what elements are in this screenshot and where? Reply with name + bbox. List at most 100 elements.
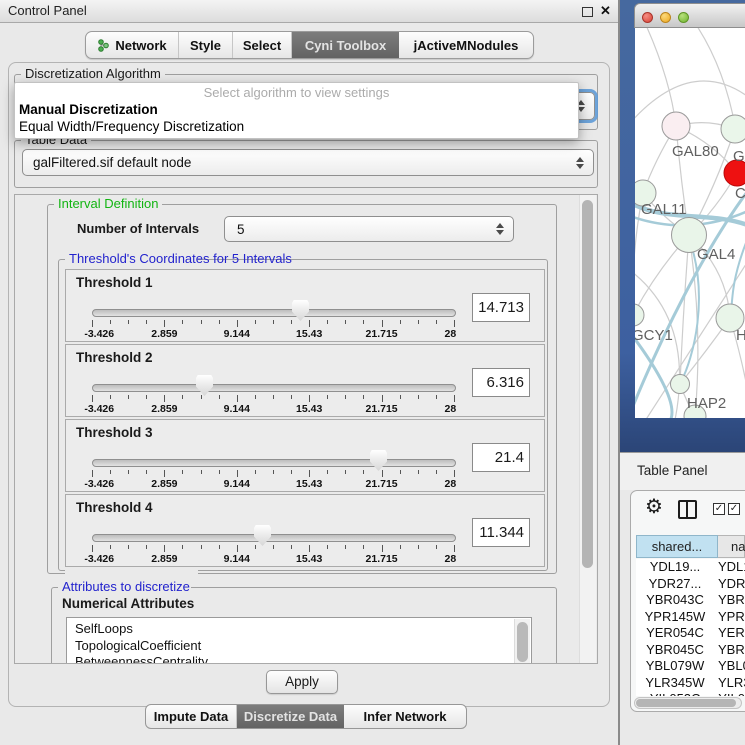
node-top-right[interactable]: [721, 115, 745, 143]
tick-label: -3.426: [84, 328, 114, 340]
column-header-name[interactable]: na: [718, 535, 745, 558]
tab-style[interactable]: Style: [179, 32, 233, 58]
threshold-slider-track[interactable]: [92, 384, 456, 392]
tick-label: 21.715: [366, 328, 398, 340]
list-item[interactable]: BetweennessCentrality: [67, 654, 531, 664]
node-gal80[interactable]: [662, 112, 690, 140]
table-data-combobox[interactable]: galFiltered.sif default node: [22, 149, 594, 176]
slider-ticks: [92, 320, 455, 328]
table-row[interactable]: YLR345WYLR3: [636, 675, 745, 692]
tab-infer-network[interactable]: Infer Network: [344, 705, 466, 728]
cell[interactable]: YBR0: [714, 642, 745, 659]
list-scrollbar-thumb[interactable]: [517, 622, 528, 662]
threshold-value-field[interactable]: 6.316: [472, 368, 530, 397]
table-header-row: shared... na: [636, 535, 745, 558]
num-intervals-label: Number of Intervals: [77, 221, 199, 236]
checkbox-icon[interactable]: ✓: [728, 503, 740, 515]
cell[interactable]: YDL19...: [636, 559, 714, 576]
table-row[interactable]: YPR145WYPR1: [636, 609, 745, 626]
window-float-icon[interactable]: [582, 7, 593, 17]
table-row[interactable]: YIL052CYIL0: [636, 691, 745, 696]
cell[interactable]: YDR27...: [636, 576, 714, 593]
cell[interactable]: YIL0: [714, 691, 745, 696]
dropdown-option-manual[interactable]: Manual Discretization: [19, 102, 158, 117]
window-minimize-light-icon[interactable]: [660, 12, 671, 23]
table-row[interactable]: YDR27...YDR2: [636, 576, 745, 593]
tick-label: 9.144: [224, 478, 250, 490]
cell[interactable]: YBR043C: [636, 592, 714, 609]
column-header-shared[interactable]: shared...: [636, 535, 718, 558]
cell[interactable]: YBL0: [714, 658, 745, 675]
tab-label: Impute Data: [154, 709, 228, 724]
cell[interactable]: YIL052C: [636, 691, 714, 696]
split-columns-icon[interactable]: [678, 500, 697, 519]
cell[interactable]: YDL1: [714, 559, 745, 576]
tab-label: Select: [243, 38, 281, 53]
cell[interactable]: YDR2: [714, 576, 745, 593]
gear-icon[interactable]: ⚙: [645, 496, 663, 518]
cell[interactable]: YER0: [714, 625, 745, 642]
table-row[interactable]: YBR043CYBR0: [636, 592, 745, 609]
window-close-icon[interactable]: ✕: [600, 2, 611, 20]
threshold-slider-thumb[interactable]: [292, 300, 309, 321]
settings-scrollbar[interactable]: [579, 195, 596, 663]
node-label-gal4: GAL4: [697, 246, 735, 263]
list-item[interactable]: SelfLoops: [67, 618, 531, 638]
list-scrollbar[interactable]: [514, 619, 530, 664]
table-horizontal-scrollbar[interactable]: [634, 697, 742, 709]
cell[interactable]: YPR145W: [636, 609, 714, 626]
slider-ticks: [92, 545, 455, 553]
cell[interactable]: YBL079W: [636, 658, 714, 675]
cell[interactable]: YER054C: [636, 625, 714, 642]
threshold-slider-track[interactable]: [92, 309, 456, 317]
threshold-slider-thumb[interactable]: [196, 375, 213, 396]
tick-label: 15.43: [296, 328, 322, 340]
tab-label: jActiveMNodules: [414, 38, 519, 53]
window-close-light-icon[interactable]: [642, 12, 653, 23]
numerical-attributes-label: Numerical Attributes: [62, 596, 194, 611]
node-label-right-mid: H: [736, 327, 745, 344]
tab-label: Network: [115, 38, 166, 53]
node-hap2[interactable]: [671, 375, 690, 394]
cell[interactable]: YLR3: [714, 675, 745, 692]
network-canvas[interactable]: GAL80 GA C GAL11 GAL4 GCY1 H HAP2: [635, 28, 745, 418]
tab-discretize-data[interactable]: Discretize Data: [237, 705, 344, 728]
num-intervals-combobox[interactable]: 5: [224, 216, 514, 242]
apply-button[interactable]: Apply: [266, 670, 338, 694]
node-gcy1[interactable]: [635, 304, 644, 326]
node-label-gcy1: GCY1: [635, 327, 673, 344]
dropdown-option-equal-width[interactable]: Equal Width/Frequency Discretization: [19, 119, 244, 134]
numerical-attributes-list: SelfLoops TopologicalCoefficient Between…: [66, 617, 532, 664]
settings-scrollbar-thumb[interactable]: [582, 200, 593, 568]
threshold-value-field[interactable]: 21.4: [472, 443, 530, 472]
threshold-value-field[interactable]: 14.713: [472, 293, 530, 322]
table-row[interactable]: YDL19...YDL1: [636, 559, 745, 576]
tick-label: 21.715: [366, 553, 398, 565]
cell[interactable]: YLR345W: [636, 675, 714, 692]
threshold-slider-track[interactable]: [92, 459, 456, 467]
tab-cyni-toolbox[interactable]: Cyni Toolbox: [292, 32, 399, 58]
window-zoom-light-icon[interactable]: [678, 12, 689, 23]
list-item[interactable]: TopologicalCoefficient: [67, 638, 531, 655]
tab-select[interactable]: Select: [233, 32, 292, 58]
tab-jactivemnodules[interactable]: jActiveMNodules: [399, 32, 533, 58]
table-row[interactable]: YBL079WYBL0: [636, 658, 745, 675]
threshold-slider-thumb[interactable]: [370, 450, 387, 471]
table-row[interactable]: YBR045CYBR0: [636, 642, 745, 659]
table-row[interactable]: YER054CYER0: [636, 625, 745, 642]
tab-network[interactable]: Network: [86, 32, 179, 58]
tab-impute-data[interactable]: Impute Data: [146, 705, 237, 728]
algorithm-group-title: Discretization Algorithm: [21, 66, 165, 81]
tab-label: Cyni Toolbox: [305, 38, 386, 53]
table-horizontal-scrollbar-thumb[interactable]: [636, 699, 736, 707]
threshold-value-field[interactable]: 11.344: [472, 518, 530, 547]
cell[interactable]: YBR0: [714, 592, 745, 609]
checkbox-icon[interactable]: ✓: [713, 503, 725, 515]
cell[interactable]: YBR045C: [636, 642, 714, 659]
cell[interactable]: YPR1: [714, 609, 745, 626]
slider-scale-labels: -3.426 2.859 9.144 15.43 21.715 28: [92, 328, 454, 339]
tick-label: 15.43: [296, 403, 322, 415]
threshold-slider-track[interactable]: [92, 534, 456, 542]
tick-label: 2.859: [151, 553, 177, 565]
threshold-slider-thumb[interactable]: [254, 525, 271, 546]
